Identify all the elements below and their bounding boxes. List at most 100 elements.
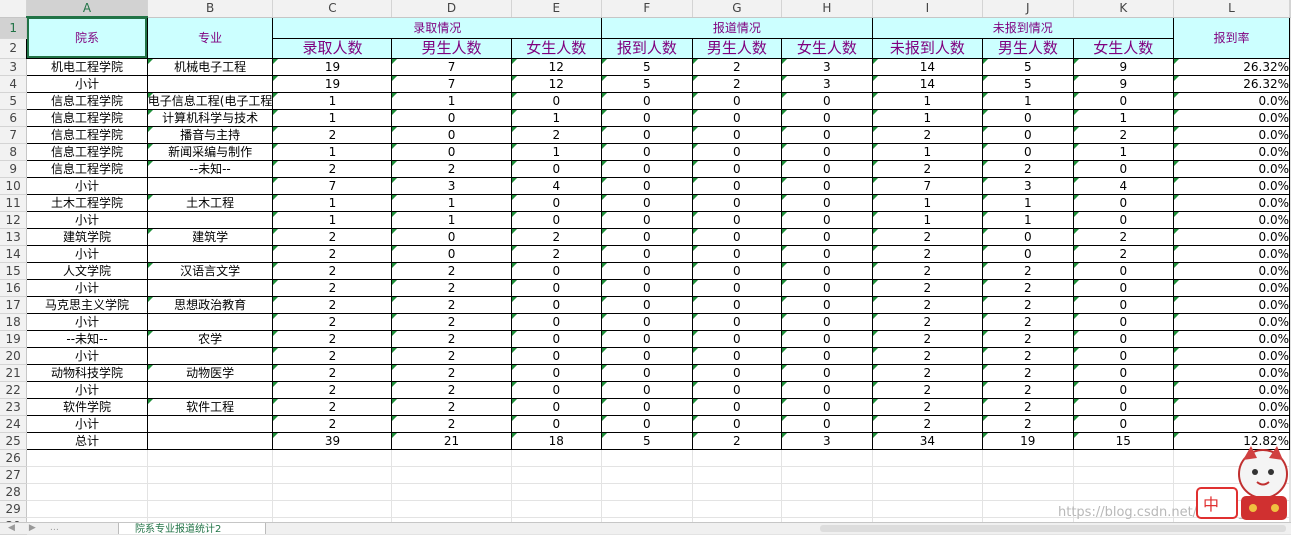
column-header-h[interactable]: H — [781, 0, 873, 18]
rate-cell[interactable]: 0.0% — [1172, 363, 1291, 382]
value-cell[interactable]: 0 — [691, 312, 783, 331]
empty-cell[interactable] — [391, 449, 512, 467]
major-cell[interactable]: 汉语言文学 — [146, 261, 274, 280]
empty-cell[interactable] — [781, 500, 873, 518]
value-cell[interactable]: 0 — [601, 397, 693, 416]
dept-cell[interactable]: 信息工程学院 — [26, 125, 148, 144]
value-cell[interactable]: 2 — [391, 312, 512, 331]
value-cell[interactable]: 0 — [781, 193, 873, 212]
value-cell[interactable]: 0 — [781, 295, 873, 314]
report-female-header[interactable]: 女生人数 — [781, 37, 873, 59]
value-cell[interactable]: 0 — [781, 312, 873, 331]
value-cell[interactable]: 7 — [871, 176, 984, 195]
row-header[interactable]: 27 — [0, 466, 28, 484]
value-cell[interactable]: 18 — [510, 431, 603, 450]
dept-cell[interactable]: --未知-- — [26, 329, 148, 348]
value-cell[interactable]: 0 — [391, 142, 512, 161]
value-cell[interactable]: 0 — [781, 244, 873, 263]
dept-cell[interactable]: 软件学院 — [26, 397, 148, 416]
value-cell[interactable]: 2 — [871, 363, 984, 382]
value-cell[interactable]: 2 — [691, 57, 783, 76]
value-cell[interactable]: 4 — [510, 176, 603, 195]
value-cell[interactable]: 2 — [982, 278, 1074, 297]
value-cell[interactable]: 0 — [691, 159, 783, 178]
row-header[interactable]: 3 — [0, 58, 28, 76]
value-cell[interactable]: 2 — [391, 397, 512, 416]
rate-cell[interactable]: 0.0% — [1172, 295, 1291, 314]
admit-female-header[interactable]: 女生人数 — [510, 37, 603, 59]
value-cell[interactable]: 0 — [691, 108, 783, 127]
value-cell[interactable]: 0 — [601, 108, 693, 127]
rate-cell[interactable]: 0.0% — [1172, 397, 1291, 416]
admit-count-header[interactable]: 录取人数 — [272, 37, 393, 59]
value-cell[interactable]: 2 — [1072, 227, 1174, 246]
major-cell[interactable] — [146, 346, 274, 365]
dept-cell[interactable]: 动物科技学院 — [26, 363, 148, 382]
value-cell[interactable]: 2 — [982, 414, 1074, 433]
row-header[interactable]: 25 — [0, 432, 28, 450]
empty-cell[interactable] — [1289, 262, 1291, 280]
row-header[interactable]: 28 — [0, 483, 28, 501]
empty-cell[interactable] — [391, 500, 512, 518]
value-cell[interactable]: 0 — [601, 380, 693, 399]
value-cell[interactable]: 0 — [510, 159, 603, 178]
rate-cell[interactable]: 0.0% — [1172, 210, 1291, 229]
value-cell[interactable]: 0 — [601, 227, 693, 246]
rate-cell[interactable]: 0.0% — [1172, 193, 1291, 212]
value-cell[interactable]: 0 — [601, 414, 693, 433]
empty-cell[interactable] — [692, 449, 783, 467]
empty-cell[interactable] — [391, 483, 512, 501]
value-cell[interactable]: 2 — [272, 329, 393, 348]
rate-cell[interactable]: 0.0% — [1172, 261, 1291, 280]
major-cell[interactable]: 建筑学 — [146, 227, 274, 246]
rate-cell[interactable]: 0.0% — [1172, 312, 1291, 331]
unreported-female-header[interactable]: 女生人数 — [1072, 37, 1174, 59]
admit-male-header[interactable]: 男生人数 — [391, 37, 512, 59]
major-cell[interactable] — [146, 176, 274, 195]
unreported-count-header[interactable]: 未报到人数 — [871, 37, 984, 59]
rate-cell[interactable]: 0.0% — [1172, 142, 1291, 161]
row-header[interactable]: 6 — [0, 109, 28, 127]
value-cell[interactable]: 1 — [510, 142, 603, 161]
dept-cell[interactable]: 人文学院 — [26, 261, 148, 280]
major-cell[interactable] — [146, 210, 274, 229]
rate-cell[interactable]: 0.0% — [1172, 125, 1291, 144]
empty-cell[interactable] — [1289, 177, 1291, 195]
column-header-l[interactable]: L — [1173, 0, 1291, 18]
value-cell[interactable]: 0 — [601, 295, 693, 314]
empty-cell[interactable] — [272, 500, 393, 518]
value-cell[interactable]: 1 — [272, 91, 393, 110]
major-cell[interactable] — [146, 278, 274, 297]
value-cell[interactable]: 0 — [601, 312, 693, 331]
dept-cell[interactable]: 总计 — [26, 431, 148, 450]
select-all-corner[interactable] — [0, 0, 28, 18]
empty-cell[interactable] — [1289, 398, 1291, 416]
horizontal-scrollbar[interactable] — [820, 525, 1286, 532]
major-cell[interactable]: 播音与主持 — [146, 125, 274, 144]
report-male-header[interactable]: 男生人数 — [691, 37, 783, 59]
value-cell[interactable]: 2 — [391, 159, 512, 178]
dept-cell[interactable]: 土木工程学院 — [26, 193, 148, 212]
major-cell[interactable] — [146, 312, 274, 331]
value-cell[interactable]: 9 — [1072, 57, 1174, 76]
rate-cell[interactable]: 0.0% — [1172, 244, 1291, 263]
empty-cell[interactable] — [1289, 92, 1291, 110]
major-cell[interactable]: 农学 — [146, 329, 274, 348]
empty-cell[interactable] — [1289, 17, 1291, 39]
value-cell[interactable]: 19 — [272, 74, 393, 93]
value-cell[interactable]: 19 — [982, 431, 1074, 450]
empty-cell[interactable] — [147, 449, 274, 467]
major-header[interactable]: 专业 — [146, 16, 274, 59]
value-cell[interactable]: 1 — [391, 210, 512, 229]
value-cell[interactable]: 2 — [272, 380, 393, 399]
empty-cell[interactable] — [26, 449, 148, 467]
value-cell[interactable]: 0 — [510, 278, 603, 297]
value-cell[interactable]: 0 — [601, 261, 693, 280]
value-cell[interactable]: 2 — [982, 312, 1074, 331]
value-cell[interactable]: 2 — [272, 346, 393, 365]
value-cell[interactable]: 0 — [781, 227, 873, 246]
dept-cell[interactable]: 小计 — [26, 346, 148, 365]
value-cell[interactable]: 1 — [982, 210, 1074, 229]
value-cell[interactable]: 0 — [691, 210, 783, 229]
rate-cell[interactable]: 0.0% — [1172, 329, 1291, 348]
